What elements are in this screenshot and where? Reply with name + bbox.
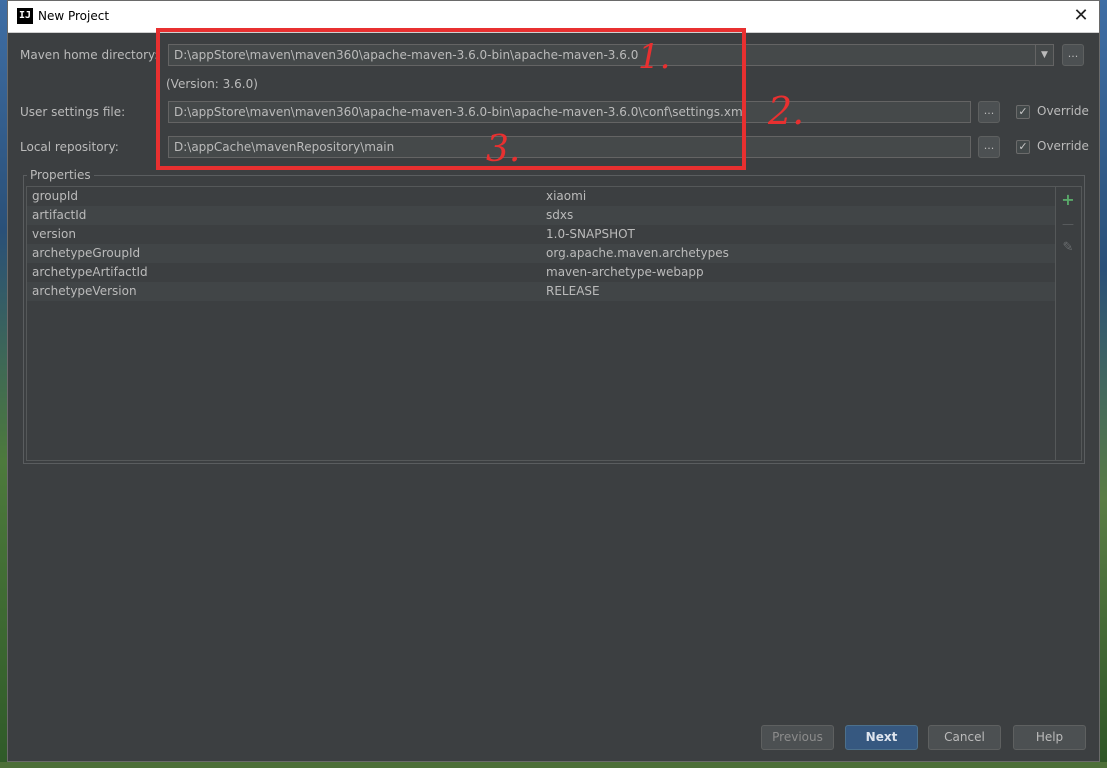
repo-override-checkbox[interactable]: ✓ — [1016, 140, 1030, 154]
repo-override-label: Override — [1037, 139, 1089, 153]
user-settings-field[interactable]: D:\appStore\maven\maven360\apache-maven-… — [168, 101, 971, 123]
new-project-dialog: IJ New Project ✕ Maven home directory: D… — [7, 0, 1100, 762]
maven-home-value: D:\appStore\maven\maven360\apache-maven-… — [174, 48, 639, 62]
property-key: archetypeVersion — [32, 284, 137, 298]
add-icon[interactable]: + — [1056, 190, 1080, 210]
property-value[interactable]: xiaomi — [546, 189, 586, 203]
app-icon: IJ — [17, 8, 33, 24]
property-value[interactable]: sdxs — [546, 208, 573, 222]
close-icon[interactable]: ✕ — [1069, 5, 1093, 27]
property-key: groupId — [32, 189, 79, 203]
property-value[interactable]: org.apache.maven.archetypes — [546, 246, 729, 260]
property-key: version — [32, 227, 76, 241]
properties-table: groupId xiaomi artifactId sdxs version 1.0-SN… — [26, 186, 1056, 461]
maven-home-select[interactable]: D:\appStore\maven\maven360\apache-maven-… — [168, 44, 1054, 66]
next-button[interactable]: Next — [845, 725, 918, 750]
local-repository-browse-button[interactable]: ... — [978, 136, 1000, 158]
desktop-background-right — [1099, 0, 1107, 768]
maven-version-text: (Version: 3.6.0) — [166, 77, 258, 91]
property-key: archetypeGroupId — [32, 246, 141, 260]
remove-icon[interactable]: — — [1056, 214, 1080, 234]
property-value[interactable]: 1.0-SNAPSHOT — [546, 227, 635, 241]
window-title: New Project — [38, 9, 110, 23]
table-row[interactable]: version 1.0-SNAPSHOT — [27, 225, 1055, 244]
settings-override-label: Override — [1037, 104, 1089, 118]
property-key: archetypeArtifactId — [32, 265, 148, 279]
property-value[interactable]: maven-archetype-webapp — [546, 265, 704, 279]
properties-toolbar: + — ✎ — [1056, 186, 1082, 461]
dropdown-arrow-icon[interactable]: ▼ — [1035, 44, 1053, 66]
table-row[interactable]: artifactId sdxs — [27, 206, 1055, 225]
user-settings-browse-button[interactable]: ... — [978, 101, 1000, 123]
local-repository-value: D:\appCache\mavenRepository\main — [174, 140, 395, 154]
local-repository-label: Local repository: — [20, 140, 119, 154]
checkbox-check-icon: ✓ — [1018, 140, 1028, 153]
property-value[interactable]: RELEASE — [546, 284, 600, 298]
user-settings-label: User settings file: — [20, 105, 126, 119]
table-row[interactable]: archetypeVersion RELEASE — [27, 282, 1055, 301]
user-settings-value: D:\appStore\maven\maven360\apache-maven-… — [174, 105, 746, 119]
properties-legend: Properties — [27, 168, 94, 182]
table-row[interactable]: archetypeArtifactId maven-archetype-webap… — [27, 263, 1055, 282]
maven-home-label: Maven home directory: — [20, 48, 159, 62]
property-key: artifactId — [32, 208, 87, 222]
table-row[interactable]: archetypeGroupId org.apache.maven.archety… — [27, 244, 1055, 263]
local-repository-field[interactable]: D:\appCache\mavenRepository\main — [168, 136, 971, 158]
cancel-button[interactable]: Cancel — [928, 725, 1001, 750]
table-row[interactable]: groupId xiaomi — [27, 187, 1055, 206]
settings-override-checkbox[interactable]: ✓ — [1016, 105, 1030, 119]
title-bar: IJ New Project ✕ — [8, 1, 1099, 33]
maven-home-browse-button[interactable]: ... — [1062, 44, 1084, 66]
edit-icon[interactable]: ✎ — [1056, 238, 1080, 258]
checkbox-check-icon: ✓ — [1018, 105, 1028, 118]
previous-button[interactable]: Previous — [761, 725, 834, 750]
help-button[interactable]: Help — [1013, 725, 1086, 750]
desktop-background-bottom — [0, 762, 1107, 768]
